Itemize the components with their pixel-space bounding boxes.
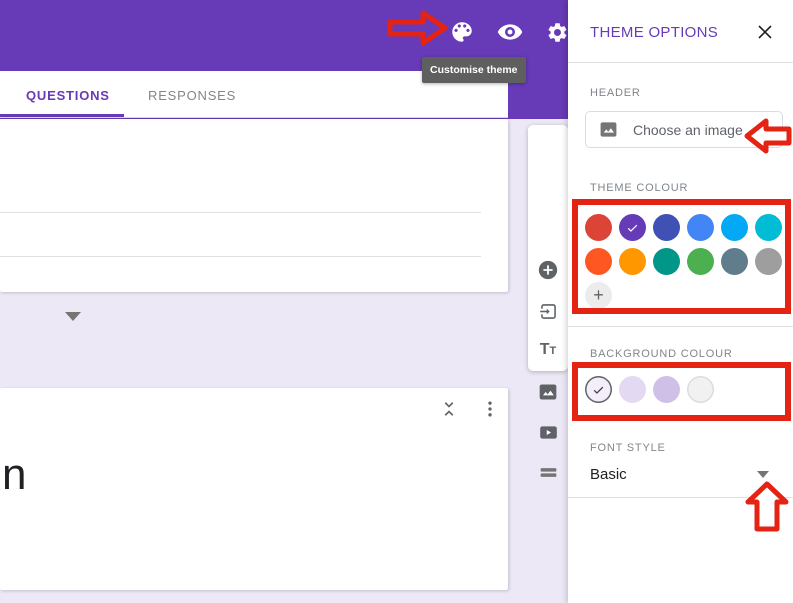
video-icon (539, 425, 557, 439)
annotation-arrow-right (387, 10, 448, 46)
palette-icon (452, 22, 472, 42)
unfold-less-icon (444, 402, 454, 416)
header-section-label: HEADER (590, 87, 641, 99)
import-questions-button[interactable] (537, 300, 559, 322)
add-section-button[interactable] (537, 461, 559, 483)
form-header-card (0, 119, 508, 292)
add-video-button[interactable] (537, 421, 559, 443)
annotation-arrow-left (744, 118, 792, 154)
add-circle-icon (538, 260, 558, 280)
annotation-box-background-colour (572, 362, 791, 421)
close-panel-button[interactable] (755, 22, 775, 42)
image-icon (600, 122, 617, 137)
tab-responses[interactable]: RESPONSES (148, 88, 236, 103)
font-style-dropdown-caret[interactable] (757, 471, 769, 478)
google-forms-editor-screen: QUESTIONS RESPONSES n TT THEME OPTIONS H… (0, 0, 793, 603)
theme-options-title: THEME OPTIONS (590, 24, 719, 41)
section-collapse-caret[interactable] (65, 312, 81, 321)
choose-image-label: Choose an image (633, 121, 743, 138)
text-icon: T (539, 341, 550, 358)
tab-questions[interactable]: QUESTIONS (26, 88, 110, 103)
floating-toolbar: TT (528, 125, 568, 477)
add-title-description-button[interactable]: TT (537, 341, 559, 363)
panel-divider (568, 326, 793, 327)
close-icon (758, 25, 772, 39)
background-colour-label: BACKGROUND COLOUR (590, 348, 733, 360)
question-more-menu-button[interactable] (479, 398, 501, 420)
add-image-button[interactable] (537, 381, 559, 403)
preview-button[interactable] (496, 18, 524, 46)
more-vert-icon (488, 401, 492, 417)
field-underline (0, 256, 481, 257)
theme-colour-label: THEME COLOUR (590, 182, 689, 194)
customise-theme-palette-button[interactable] (449, 19, 475, 45)
collapse-question-button[interactable] (438, 398, 460, 420)
import-questions-icon (539, 303, 556, 319)
active-tab-indicator (0, 114, 124, 117)
section-icon (540, 467, 556, 477)
font-style-label: FONT STYLE (590, 442, 666, 454)
customise-theme-tooltip: Customise theme (422, 57, 526, 83)
add-question-button[interactable] (537, 259, 559, 281)
question-card: n (0, 388, 508, 590)
panel-divider (568, 62, 793, 63)
annotation-box-theme-colour (572, 199, 791, 314)
settings-button[interactable] (546, 21, 569, 44)
image-icon (539, 384, 557, 400)
font-style-select[interactable]: Basic (590, 466, 627, 483)
annotation-arrow-up (745, 481, 789, 532)
gear-icon (548, 23, 567, 42)
question-title-text[interactable]: n (2, 450, 26, 500)
field-underline (0, 212, 481, 213)
eye-icon (497, 24, 523, 40)
